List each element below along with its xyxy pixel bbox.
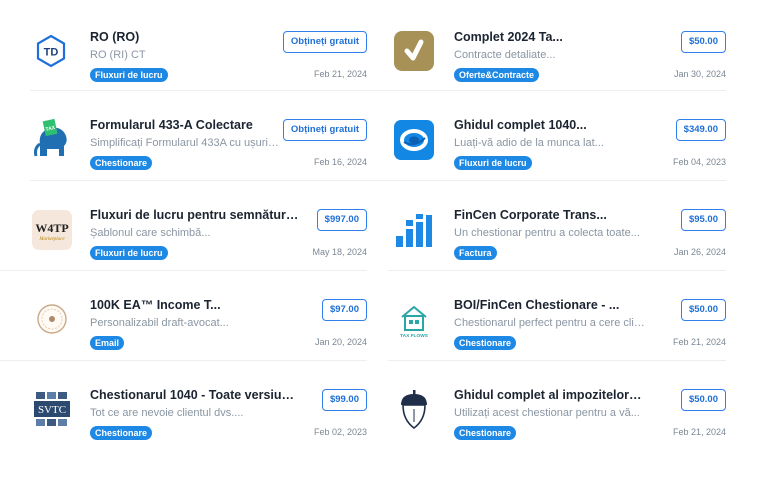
card-description: Contracte detaliate... [454, 49, 556, 61]
get-free-button[interactable]: Obțineți gratuit [282, 119, 367, 141]
category-badge: Chestionare [90, 426, 153, 440]
card-date: Feb 21, 2024 [313, 69, 367, 79]
price-button[interactable]: $97.00 [321, 299, 367, 321]
elephant-logo: TAX [30, 118, 72, 160]
card-title[interactable]: Formularul 433-A Colectare [90, 118, 280, 132]
card-title[interactable]: RO (RO) [90, 30, 280, 44]
house-logo: TAX FLOWS [394, 298, 436, 340]
svtc-logo: SVTC [30, 388, 72, 430]
price-button[interactable]: $50.00 [680, 389, 726, 411]
card-ghidul-impozite[interactable]: Ghidul complet al impozitelor 1040... Ut… [394, 388, 726, 478]
card-title[interactable]: Chestionarul 1040 - Toate versiunile [90, 388, 300, 402]
w4tp-logo: W4TP Marketplace [30, 208, 72, 250]
category-badge: Email [90, 336, 125, 350]
checkmark-logo [394, 30, 436, 72]
acorn-logo [394, 388, 436, 430]
card-title[interactable]: Complet 2024 Ta... [454, 30, 644, 44]
card-complet-2024[interactable]: Complet 2024 Ta... Contracte detaliate..… [394, 30, 726, 120]
card-description: Simplificați Formularul 433A cu ușurință… [90, 137, 280, 149]
card-title[interactable]: BOI/FinCen Chestionare - ... [454, 298, 644, 312]
card-description: Utilizați acest chestionar pentru a vă..… [454, 407, 640, 419]
row-divider [30, 180, 726, 181]
row-divider [388, 270, 726, 271]
card-date: Jan 26, 2024 [673, 247, 726, 257]
card-date: Feb 04, 2023 [672, 157, 726, 167]
swirl-logo [394, 118, 436, 160]
card-title[interactable]: Fluxuri de lucru pentru semnături W4TP [90, 208, 300, 222]
card-date: Feb 16, 2024 [313, 157, 367, 167]
svg-text:SVTC: SVTC [38, 404, 66, 416]
card-title[interactable]: Ghidul complet al impozitelor 1040... [454, 388, 644, 402]
card-date: Feb 21, 2024 [672, 427, 726, 437]
card-description: RO (RI) CT [90, 49, 146, 61]
price-button[interactable]: $50.00 [680, 31, 726, 53]
svg-text:Marketplace: Marketplace [38, 237, 65, 242]
bar-chart-logo [394, 208, 436, 250]
category-badge: Fluxuri de lucru [90, 68, 168, 82]
card-title[interactable]: FinCen Corporate Trans... [454, 208, 644, 222]
card-date: Jan 20, 2024 [314, 337, 367, 347]
get-free-button[interactable]: Obțineți gratuit [282, 31, 367, 53]
card-fincen-corporate[interactable]: FinCen Corporate Trans... Un chestionar … [394, 208, 726, 298]
card-description: Chestionarul perfect pentru a cere clien… [454, 317, 646, 329]
card-description: Tot ce are nevoie clientul dvs.... [90, 407, 244, 419]
row-divider [0, 270, 367, 271]
card-description: Șablonul care schimbă... [90, 227, 211, 239]
price-button[interactable]: $50.00 [680, 299, 726, 321]
svg-text:W4TP: W4TP [35, 221, 68, 235]
row-divider [30, 90, 726, 91]
card-description: Personalizabil draft-avocat... [90, 317, 229, 329]
card-date: Jan 30, 2024 [673, 69, 726, 79]
circle-seal-logo [30, 298, 72, 340]
card-title[interactable]: 100K EA™ Income T... [90, 298, 280, 312]
price-button[interactable]: $997.00 [316, 209, 367, 231]
price-button[interactable]: $99.00 [321, 389, 367, 411]
price-button[interactable]: $349.00 [675, 119, 726, 141]
category-badge: Factura [454, 246, 497, 260]
category-badge: Fluxuri de lucru [454, 156, 532, 170]
svg-text:TAX FLOWS: TAX FLOWS [400, 333, 429, 339]
card-date: Feb 02, 2023 [313, 427, 367, 437]
category-badge: Chestionare [90, 156, 153, 170]
card-w4tp[interactable]: W4TP Marketplace Fluxuri de lucru pentru… [30, 208, 367, 298]
category-badge: Chestionare [454, 336, 517, 350]
td-hexagon-logo: TD [30, 30, 72, 72]
card-date: May 18, 2024 [312, 247, 367, 257]
card-100k-ea[interactable]: 100K EA™ Income T... Personalizabil draf… [30, 298, 367, 388]
category-badge: Chestionare [454, 426, 517, 440]
row-divider [388, 360, 726, 361]
category-badge: Oferte&Contracte [454, 68, 540, 82]
card-ghidul-1040[interactable]: Ghidul complet 1040... Luați-vă adio de … [394, 118, 726, 208]
card-chestionarul-1040[interactable]: SVTC Chestionarul 1040 - Toate versiunil… [30, 388, 367, 478]
card-title[interactable]: Ghidul complet 1040... [454, 118, 644, 132]
card-description: Un chestionar pentru a colecta toate... [454, 227, 640, 239]
card-formular-433a[interactable]: TAX Formularul 433-A Colectare Simplific… [30, 118, 367, 208]
category-badge: Fluxuri de lucru [90, 246, 168, 260]
price-button[interactable]: $95.00 [680, 209, 726, 231]
row-divider [0, 360, 367, 361]
card-description: Luați-vă adio de la munca lat... [454, 137, 604, 149]
card-ro[interactable]: TD RO (RO) RO (RI) CT Fluxuri de lucru O… [30, 30, 367, 120]
card-date: Feb 21, 2024 [672, 337, 726, 347]
card-boi-fincen[interactable]: TAX FLOWS BOI/FinCen Chestionare - ... C… [394, 298, 726, 388]
svg-text:TD: TD [44, 47, 59, 59]
